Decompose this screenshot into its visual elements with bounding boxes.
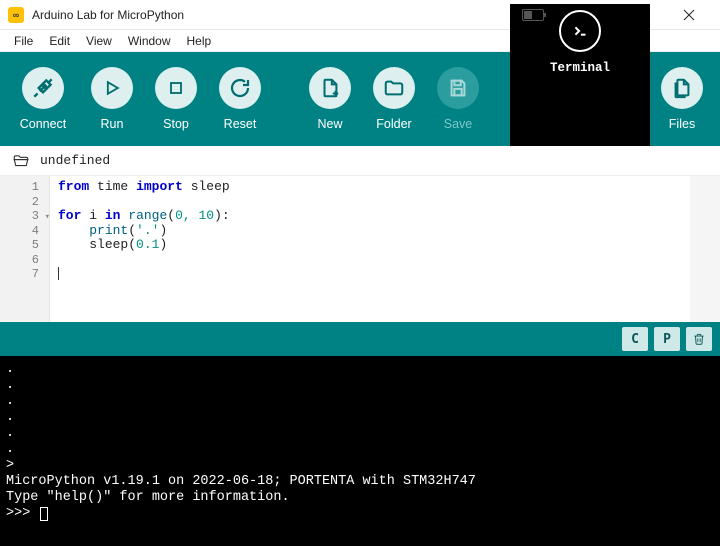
terminal-line: MicroPython v1.19.1 on 2022-06-18; PORTE… <box>6 474 714 490</box>
line-gutter: 1 2 3 4 5 6 7 <box>0 176 50 322</box>
file-name: undefined <box>40 153 110 168</box>
terminal-delete-button[interactable] <box>686 327 712 351</box>
folder-icon <box>373 67 415 109</box>
terminal-clear-button[interactable]: C <box>622 327 648 351</box>
terminal-label: Terminal <box>550 60 610 76</box>
editor-cursor <box>58 267 59 280</box>
new-button[interactable]: New <box>298 67 362 131</box>
menu-help[interactable]: Help <box>179 32 220 50</box>
files-button[interactable]: Files <box>650 67 714 131</box>
menu-edit[interactable]: Edit <box>41 32 78 50</box>
toolbar: Connect Run Stop Reset New Folder Save <box>0 52 720 146</box>
stop-label: Stop <box>163 117 189 131</box>
terminal-line: . <box>6 426 714 442</box>
folder-button[interactable]: Folder <box>362 67 426 131</box>
terminal-line: . <box>6 394 714 410</box>
run-label: Run <box>101 117 124 131</box>
stop-button[interactable]: Stop <box>144 67 208 131</box>
line-number: 2 <box>0 195 49 210</box>
save-label: Save <box>444 117 473 131</box>
menu-file[interactable]: File <box>6 32 41 50</box>
app-title: Arduino Lab for MicroPython <box>32 8 184 22</box>
line-number: 4 <box>0 224 49 239</box>
line-number: 1 <box>0 180 49 195</box>
new-label: New <box>317 117 342 131</box>
line-number: 6 <box>0 253 49 268</box>
save-button[interactable]: Save <box>426 67 490 131</box>
line-number: 7 <box>0 267 49 282</box>
reset-label: Reset <box>224 117 257 131</box>
folder-label: Folder <box>376 117 411 131</box>
new-file-icon <box>309 67 351 109</box>
menu-window[interactable]: Window <box>120 32 179 50</box>
terminal-line: . <box>6 442 714 458</box>
close-button[interactable] <box>666 0 712 30</box>
code-area[interactable]: from time import sleep for i in range(0,… <box>50 176 690 322</box>
reset-icon <box>219 67 261 109</box>
files-label: Files <box>669 117 695 131</box>
line-number: 3 <box>0 209 49 224</box>
terminal-output[interactable]: ......>MicroPython v1.19.1 on 2022-06-18… <box>0 356 720 546</box>
files-icon <box>661 67 703 109</box>
terminal-prompt: >>> <box>6 506 714 522</box>
code-editor[interactable]: 1 2 3 4 5 6 7 from time import sleep for… <box>0 176 720 322</box>
terminal-line: Type "help()" for more information. <box>6 490 714 506</box>
plug-icon <box>22 67 64 109</box>
reset-button[interactable]: Reset <box>208 67 272 131</box>
terminal-cursor <box>40 507 48 521</box>
path-bar: undefined <box>0 146 720 176</box>
terminal-paste-button[interactable]: P <box>654 327 680 351</box>
terminal-line: > <box>6 458 714 474</box>
connect-button[interactable]: Connect <box>6 67 80 131</box>
connect-label: Connect <box>20 117 67 131</box>
terminal-icon <box>559 10 601 52</box>
play-icon <box>91 67 133 109</box>
stop-icon <box>155 67 197 109</box>
run-button[interactable]: Run <box>80 67 144 131</box>
terminal-line: . <box>6 362 714 378</box>
line-number: 5 <box>0 238 49 253</box>
menu-view[interactable]: View <box>78 32 120 50</box>
app-icon: ∞ <box>8 7 24 23</box>
terminal-toolbar: C P <box>0 322 720 356</box>
terminal-line: . <box>6 410 714 426</box>
right-gutter <box>690 176 720 322</box>
save-icon <box>437 67 479 109</box>
battery-icon <box>522 9 544 21</box>
terminal-line: . <box>6 378 714 394</box>
folder-open-icon <box>12 152 30 170</box>
